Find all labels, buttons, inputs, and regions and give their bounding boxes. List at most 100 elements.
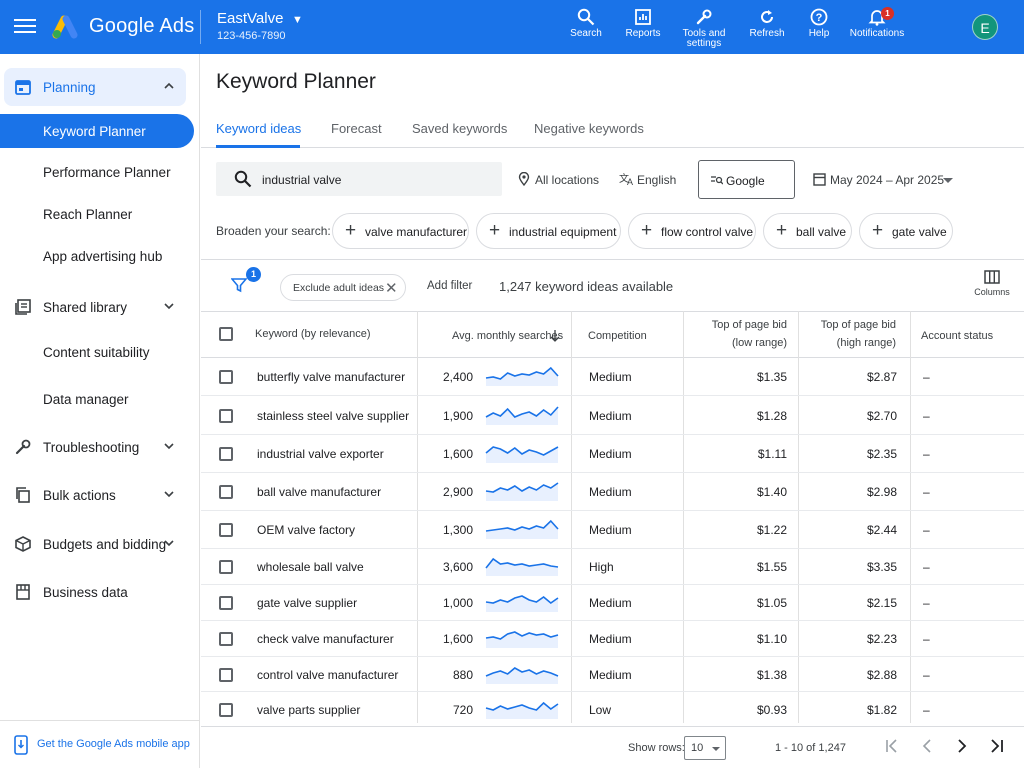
avg-searches-cell: 2,900: [442, 485, 473, 499]
calendar-icon: [813, 173, 826, 186]
keyword-cell[interactable]: check valve manufacturer: [257, 632, 394, 646]
high-bid-cell: $2.44: [866, 523, 897, 537]
help-button[interactable]: ? Help: [805, 8, 833, 39]
sidebar-item-performance-planner[interactable]: Performance Planner: [0, 154, 200, 192]
keyword-cell[interactable]: butterfly valve manufacturer: [257, 370, 405, 384]
locations-value: All locations: [535, 173, 600, 187]
chip-label: gate valve: [892, 225, 947, 239]
previous-page-icon[interactable]: [919, 737, 937, 755]
trend-sparkline: [485, 406, 559, 425]
row-checkbox[interactable]: [219, 703, 233, 717]
main-content: Keyword Planner Keyword ideas Forecast S…: [201, 54, 1024, 768]
network-selector[interactable]: Google: [698, 160, 795, 199]
row-checkbox[interactable]: [219, 560, 233, 574]
row-checkbox[interactable]: [219, 409, 233, 423]
rows-per-page-select[interactable]: 10: [684, 736, 726, 760]
tab-negative-keywords[interactable]: Negative keywords: [534, 121, 644, 136]
sidebar-item-reach-planner[interactable]: Reach Planner: [0, 196, 200, 234]
row-checkbox[interactable]: [219, 632, 233, 646]
account-switcher[interactable]: EastValve 123-456-7890: [217, 10, 286, 42]
avatar[interactable]: E: [972, 14, 998, 40]
header-low-bid[interactable]: Top of page bid (low range): [688, 319, 787, 349]
header-avg-searches[interactable]: Avg. monthly searches: [452, 330, 563, 342]
close-icon[interactable]: ✕: [385, 279, 398, 297]
avg-searches-cell: 1,600: [442, 447, 473, 461]
sidebar-item-keyword-planner[interactable]: Keyword Planner: [0, 114, 194, 148]
keyword-cell[interactable]: wholesale ball valve: [257, 560, 364, 574]
date-range-selector[interactable]: May 2024 – Apr 2025: [813, 162, 958, 196]
low-bid-cell: $0.93: [756, 703, 787, 717]
broaden-chip[interactable]: + flow control valve: [628, 213, 756, 249]
keyword-search-input[interactable]: industrial valve: [216, 162, 502, 196]
sidebar-item-budgets-bidding[interactable]: Budgets and bidding: [0, 525, 200, 563]
keyword-cell[interactable]: OEM valve factory: [257, 523, 355, 537]
broaden-chip[interactable]: + ball valve: [763, 213, 852, 249]
rows-per-page-value: 10: [691, 742, 704, 754]
table-header: Keyword (by relevance) Avg. monthly sear…: [201, 311, 1024, 358]
header-high-bid[interactable]: Top of page bid (high range): [798, 319, 896, 349]
tools-settings-button[interactable]: Tools and settings: [680, 8, 728, 49]
table-row: gate valve supplier 1,000 Medium $1.05 $2.15…: [201, 585, 1024, 621]
locations-selector[interactable]: All locations: [518, 162, 618, 196]
reports-icon: [635, 9, 651, 25]
broaden-chip[interactable]: + valve manufacturer: [332, 213, 469, 249]
broaden-chip[interactable]: + gate valve: [859, 213, 953, 249]
header-keyword[interactable]: Keyword (by relevance): [255, 328, 371, 340]
row-checkbox[interactable]: [219, 485, 233, 499]
svg-text:?: ?: [816, 12, 823, 24]
caret-down-icon[interactable]: ▼: [292, 14, 303, 26]
sidebar-item-data-manager[interactable]: Data manager: [0, 381, 200, 419]
sidebar-item-content-suitability[interactable]: Content suitability: [0, 334, 200, 372]
header-account-status[interactable]: Account status: [921, 330, 993, 342]
keyword-cell[interactable]: gate valve supplier: [257, 596, 357, 610]
refresh-button[interactable]: Refresh: [749, 8, 785, 39]
table-row: wholesale ball valve 3,600 High $1.55 $3.35 –: [201, 549, 1024, 585]
search-button[interactable]: Search: [570, 8, 602, 39]
select-all-checkbox[interactable]: [219, 327, 233, 341]
date-range-caret-icon[interactable]: [943, 178, 953, 183]
reports-button[interactable]: Reports: [624, 8, 662, 39]
row-checkbox[interactable]: [219, 668, 233, 682]
account-status-cell: –: [923, 370, 930, 384]
row-checkbox[interactable]: [219, 596, 233, 610]
columns-label: Columns: [974, 287, 1010, 297]
sidebar-item-business-data[interactable]: Business data: [0, 573, 200, 611]
add-filter-button[interactable]: Add filter: [427, 280, 472, 292]
sidebar-item-troubleshooting[interactable]: Troubleshooting: [0, 428, 200, 466]
row-checkbox[interactable]: [219, 523, 233, 537]
broaden-chip[interactable]: + industrial equipment: [476, 213, 621, 249]
menu-icon[interactable]: [14, 16, 36, 38]
trend-sparkline: [485, 631, 559, 648]
columns-button[interactable]: Columns: [971, 270, 1013, 297]
reports-label: Reports: [625, 28, 661, 39]
tab-keyword-ideas[interactable]: Keyword ideas: [216, 121, 301, 136]
sidebar-item-planning[interactable]: Planning: [4, 68, 186, 106]
header-low-bid-line2: (low range): [731, 337, 787, 349]
sidebar-item-bulk-actions[interactable]: Bulk actions: [0, 476, 200, 514]
keyword-cell[interactable]: ball valve manufacturer: [257, 485, 381, 499]
tab-forecast[interactable]: Forecast: [331, 121, 382, 136]
filter-icon[interactable]: [231, 277, 247, 293]
low-bid-cell: $1.55: [756, 560, 787, 574]
notifications-label: Notifications: [849, 28, 905, 39]
language-selector[interactable]: 文A English: [619, 162, 689, 196]
notifications-button[interactable]: 1 Notifications: [848, 7, 906, 39]
row-checkbox[interactable]: [219, 370, 233, 384]
next-page-icon[interactable]: [953, 737, 971, 755]
first-page-icon[interactable]: [883, 737, 901, 755]
sidebar-item-label: App advertising hub: [43, 249, 163, 264]
keyword-cell[interactable]: stainless steel valve supplier: [257, 409, 409, 423]
mobile-app-link[interactable]: Get the Google Ads mobile app: [0, 720, 200, 768]
keyword-cell[interactable]: industrial valve exporter: [257, 447, 384, 461]
keyword-cell[interactable]: control valve manufacturer: [257, 668, 398, 682]
high-bid-cell: $2.15: [866, 596, 897, 610]
tab-saved-keywords[interactable]: Saved keywords: [412, 121, 507, 136]
header-competition[interactable]: Competition: [588, 330, 647, 342]
last-page-icon[interactable]: [988, 737, 1006, 755]
row-checkbox[interactable]: [219, 447, 233, 461]
sort-arrow-down-icon[interactable]: [550, 330, 560, 342]
keyword-cell[interactable]: valve parts supplier: [257, 703, 360, 717]
sidebar-item-shared-library[interactable]: Shared library: [0, 288, 200, 326]
sidebar-item-app-advertising-hub[interactable]: App advertising hub: [0, 238, 200, 276]
exclude-adult-chip[interactable]: Exclude adult ideas ✕: [280, 274, 406, 301]
